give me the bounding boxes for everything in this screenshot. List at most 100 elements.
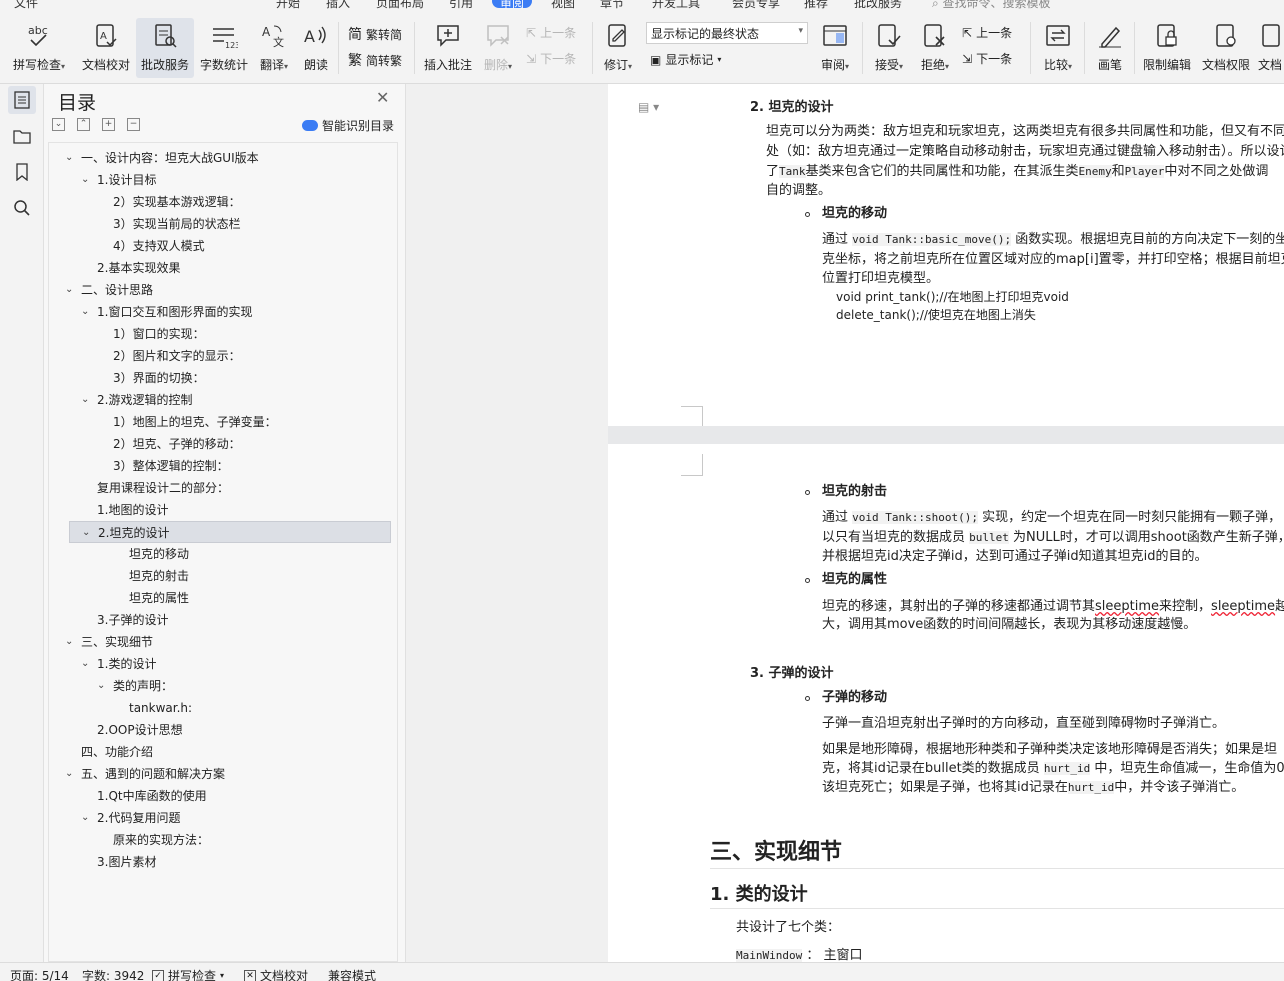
correction-service-button[interactable]: 批改服务 bbox=[136, 18, 194, 78]
spellcheck-button[interactable]: abc 拼写检查▾ bbox=[8, 18, 70, 78]
prev-comment-button[interactable]: ⇱ 上一条 bbox=[526, 24, 576, 41]
expand-all-icon[interactable]: ⌃ bbox=[77, 118, 90, 131]
toc-nav-button[interactable] bbox=[8, 86, 36, 114]
toc-item[interactable]: ⌄ 三、实现细节 bbox=[65, 631, 391, 653]
add-heading-icon[interactable]: + bbox=[102, 118, 115, 131]
chevron-down-icon[interactable]: ⌄ bbox=[81, 653, 89, 675]
accept-button[interactable]: 接受▾ bbox=[868, 18, 910, 78]
insert-comment-button[interactable]: 插入批注 bbox=[420, 18, 476, 78]
next-change-button[interactable]: ⇲ 下一条 bbox=[962, 50, 1012, 67]
menu-insert[interactable]: 插入 bbox=[326, 0, 350, 11]
simp-to-trad-button[interactable]: 繁简转繁 bbox=[348, 50, 402, 70]
menu-section[interactable]: 章节 bbox=[600, 0, 624, 11]
toc-item[interactable]: ⌄ 一、设计内容：坦克大战GUI版本 bbox=[65, 147, 391, 169]
page-indicator[interactable]: 页面: 5/14 bbox=[10, 967, 69, 981]
read-aloud-button[interactable]: A 朗读 bbox=[298, 18, 334, 78]
toc-item[interactable]: 1.地图的设计 bbox=[69, 499, 391, 521]
paragraph-options-icon[interactable]: ▤ ▾ bbox=[638, 98, 659, 117]
menu-recommend[interactable]: 推荐 bbox=[804, 0, 828, 11]
compare-button[interactable]: 比较▾ bbox=[1036, 18, 1080, 78]
toc-item[interactable]: 原来的实现方法： bbox=[69, 829, 391, 851]
toc-item[interactable]: 3）界面的切换： bbox=[69, 367, 391, 389]
translate-button[interactable]: A文 翻译▾ bbox=[254, 18, 294, 78]
toc-item[interactable]: 3）实现当前局的状态栏 bbox=[69, 213, 391, 235]
command-search[interactable]: ⌕ 查找命令、搜索模板 bbox=[932, 0, 1051, 11]
toc-item[interactable]: ⌄ 2.代码复用问题 bbox=[69, 807, 391, 829]
chevron-down-icon[interactable]: ⌄ bbox=[65, 631, 73, 653]
reject-label: 拒绝 bbox=[920, 58, 945, 72]
bookmark-nav-button[interactable] bbox=[8, 158, 36, 186]
toc-item[interactable]: ⌄ 五、遇到的问题和解决方案 bbox=[65, 763, 391, 785]
menu-file[interactable]: 文件 bbox=[14, 0, 38, 11]
toc-item[interactable]: ⌄ 类的声明： bbox=[69, 675, 391, 697]
toc-item[interactable]: ⌄ 1.窗口交互和图形界面的实现 bbox=[69, 301, 391, 323]
menu-references[interactable]: 引用 bbox=[449, 0, 473, 11]
toc-item[interactable]: 2）图片和文字的显示： bbox=[69, 345, 391, 367]
menu-home[interactable]: 开始 bbox=[276, 0, 300, 11]
toc-item[interactable]: 4）支持双人模式 bbox=[69, 235, 391, 257]
track-changes-button[interactable]: 修订▾ bbox=[598, 18, 638, 78]
word-count-button[interactable]: 123 字数统计 bbox=[198, 18, 250, 78]
toc-item[interactable]: 2）坦克、子弹的移动： bbox=[69, 433, 391, 455]
close-icon[interactable]: ✕ bbox=[376, 88, 389, 107]
toc-item[interactable]: 四、功能介绍 bbox=[69, 741, 391, 763]
toc-item[interactable]: 3.子弹的设计 bbox=[69, 609, 391, 631]
smart-toc-button[interactable]: 智能识别目录 bbox=[302, 117, 394, 134]
restrict-edit-button[interactable]: 限制编辑 bbox=[1138, 18, 1196, 78]
toc-item[interactable]: 坦克的射击 bbox=[69, 565, 391, 587]
pen-button[interactable]: 画笔 bbox=[1090, 18, 1130, 78]
chevron-down-icon[interactable]: ⌄ bbox=[65, 279, 73, 301]
heading-level-2: 1. 类的设计 bbox=[710, 884, 808, 905]
menu-correction[interactable]: 批改服务 bbox=[854, 0, 902, 11]
toc-item[interactable]: ⌄ 二、设计思路 bbox=[65, 279, 391, 301]
status-doccheck[interactable]: ✕ 文档校对 bbox=[244, 967, 308, 981]
toc-item[interactable]: 2）实现基本游戏逻辑： bbox=[69, 191, 391, 213]
toc-item[interactable]: 坦克的属性 bbox=[69, 587, 391, 609]
menu-layout[interactable]: 页面布局 bbox=[376, 0, 424, 11]
toc-item[interactable]: 1.Qt中库函数的使用 bbox=[69, 785, 391, 807]
toc-item[interactable]: ⌄ 2.坦克的设计 bbox=[69, 521, 391, 543]
chevron-down-icon[interactable]: ⌄ bbox=[82, 522, 90, 544]
menu-member[interactable]: 会员专享 bbox=[732, 0, 780, 11]
toc-item[interactable]: ⌄ 1.类的设计 bbox=[69, 653, 391, 675]
toc-item[interactable]: 2.基本实现效果 bbox=[69, 257, 391, 279]
menu-view[interactable]: 视图 bbox=[551, 0, 575, 11]
doc-permission-button[interactable]: 文档权限 bbox=[1198, 18, 1254, 78]
menu-review[interactable]: 审阅 bbox=[492, 0, 533, 10]
show-markup-button[interactable]: ▣ 显示标记 ▾ bbox=[650, 51, 721, 68]
word-count-indicator[interactable]: 字数: 3942 bbox=[82, 967, 144, 981]
chevron-down-icon[interactable]: ⌄ bbox=[81, 169, 89, 191]
toc-item[interactable]: tankwar.h: bbox=[69, 697, 391, 719]
status-spellcheck[interactable]: ✓ 拼写检查 ▾ bbox=[152, 967, 224, 981]
display-mode-select[interactable]: 显示标记的最终状态 ▾ bbox=[646, 22, 808, 44]
reject-button[interactable]: 拒绝▾ bbox=[914, 18, 956, 78]
toc-item[interactable]: ⌄ 2.游戏逻辑的控制 bbox=[69, 389, 391, 411]
toc-item[interactable]: 3.图片素材 bbox=[69, 851, 391, 873]
chevron-down-icon[interactable]: ⌄ bbox=[65, 147, 73, 169]
doc-check-button[interactable]: A 文档校对 bbox=[78, 18, 134, 78]
search-nav-button[interactable] bbox=[8, 194, 36, 222]
toc-item[interactable]: 1）窗口的实现： bbox=[69, 323, 391, 345]
toc-item[interactable]: ⌄ 1.设计目标 bbox=[69, 169, 391, 191]
chevron-down-icon[interactable]: ⌄ bbox=[65, 763, 73, 785]
next-comment-button[interactable]: ⇲ 下一条 bbox=[526, 50, 576, 67]
paragraph-line: MainWindow ： 主窗口 bbox=[736, 946, 863, 962]
prev-change-button[interactable]: ⇱ 上一条 bbox=[962, 24, 1012, 41]
toc-item[interactable]: 复用课程设计二的部分： bbox=[69, 477, 391, 499]
toc-item[interactable]: 坦克的移动 bbox=[69, 543, 391, 565]
toc-item[interactable]: 2.OOP设计思想 bbox=[69, 719, 391, 741]
chevron-down-icon[interactable]: ⌄ bbox=[81, 807, 89, 829]
chevron-down-icon[interactable]: ⌄ bbox=[81, 301, 89, 323]
trad-to-simp-button[interactable]: 简繁转简 bbox=[348, 24, 402, 44]
chevron-down-icon[interactable]: ⌄ bbox=[97, 675, 105, 697]
remove-heading-icon[interactable]: − bbox=[127, 118, 140, 131]
collapse-all-icon[interactable]: ⌄ bbox=[52, 118, 65, 131]
toc-item[interactable]: 3）整体逻辑的控制： bbox=[69, 455, 391, 477]
chevron-down-icon[interactable]: ⌄ bbox=[81, 389, 89, 411]
delete-comment-button[interactable]: 删除▾ bbox=[480, 18, 516, 78]
chapter-nav-button[interactable] bbox=[8, 122, 36, 150]
doc-more-button[interactable]: 文档 bbox=[1258, 18, 1284, 78]
menu-developer[interactable]: 开发工具 bbox=[652, 0, 700, 11]
review-pane-button[interactable]: 审阅▾ bbox=[814, 18, 856, 78]
toc-item[interactable]: 1）地图上的坦克、子弹变量： bbox=[69, 411, 391, 433]
